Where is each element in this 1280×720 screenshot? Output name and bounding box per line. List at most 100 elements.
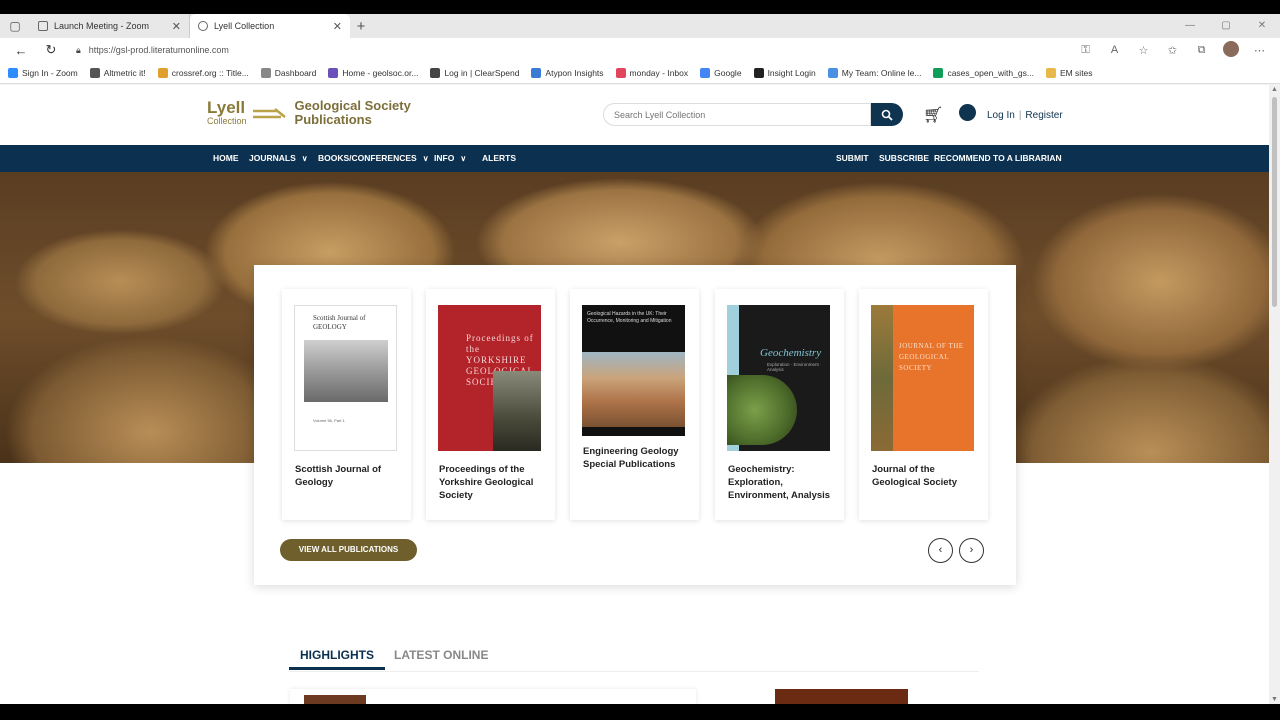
nav-home[interactable]: HOME [213,145,239,172]
globe-icon [198,21,208,31]
url-field[interactable]: 🔒︎ https://gsl-prod.literatumonline.com [76,40,1071,60]
nav-alerts[interactable]: ALERTS [482,145,516,172]
bookmark-label: monday - Inbox [629,67,689,78]
bookmark-icon [933,67,944,78]
bookmark-item[interactable]: Atypon Insights [531,67,604,78]
publication-title[interactable]: Geochemistry: Exploration, Environment, … [728,463,834,502]
publication-title[interactable]: Engineering Geology Special Publications [583,445,689,471]
refresh-icon[interactable]: ↻ [36,42,66,58]
memoir-cover[interactable] [775,689,908,704]
nav-recommend[interactable]: RECOMMEND TO A LIBRARIAN [934,145,1062,172]
site-header: Lyell Collection Geological Society Publ… [0,85,1269,145]
content-tabs: HIGHLIGHTS LATEST ONLINE [289,642,979,672]
register-link[interactable]: Register [1025,110,1062,121]
tab-title: Lyell Collection [214,21,275,31]
lyell-logo[interactable]: Lyell Collection Geological Society Publ… [207,99,411,127]
bookmark-icon [531,67,542,78]
read-aloud-icon[interactable]: A [1100,44,1129,56]
bookmark-icon [753,67,764,78]
cover-title: JOURNAL OF THE GEOLOGICAL SOCIETY [899,342,964,372]
publication-card-engineering-geology[interactable]: Geological Hazards in the UK: Their Occu… [570,289,699,520]
bookmark-item[interactable]: Dashboard [260,67,317,78]
minimize-icon[interactable]: — [1172,14,1208,38]
login-links: Log In | Register [987,110,1063,121]
page-scrollbar[interactable]: ▲ ▼ [1269,85,1280,704]
more-icon[interactable]: ⋯ [1245,44,1274,57]
collections-icon[interactable]: ⧉ [1187,44,1216,57]
carousel-next-button[interactable]: › [959,538,984,563]
cart-icon[interactable]: 🛒︎ [923,105,943,125]
cover-photo [727,375,797,445]
tab-zoom[interactable]: Launch Meeting - Zoom ✕ [30,14,190,38]
view-all-publications-button[interactable]: VIEW ALL PUBLICATIONS [280,539,417,561]
publication-card-scottish-journal[interactable]: Scottish Journal of GEOLOGY Volume 56, P… [282,289,411,520]
logo-lyell-text: Lyell [207,98,246,117]
publication-card-yorkshire[interactable]: Proceedings of the YORKSHIRE GEOLOGICAL … [426,289,555,520]
nav-books-conferences[interactable]: BOOKS/CONFERENCES ∨ [318,145,429,172]
close-icon[interactable]: ✕ [172,20,181,33]
bookmark-label: Dashboard [274,67,317,78]
nav-submit[interactable]: SUBMIT [836,145,869,172]
search-button[interactable] [871,103,903,126]
nav-journals[interactable]: JOURNALS ∨ [249,145,308,172]
publication-card-journal-geological-society[interactable]: JOURNAL OF THE GEOLOGICAL SOCIETY Journa… [859,289,988,520]
add-favorite-icon[interactable]: ☆ [1129,44,1158,57]
profile-avatar[interactable] [1216,40,1245,60]
logo-gs-line1: Geological Society [294,98,411,113]
address-bar-icons: ⚿ A ☆ ✩ ⧉ ⋯ [1071,40,1274,60]
favorites-icon[interactable]: ✩ [1158,44,1187,57]
bookmark-item[interactable]: Altmetric it! [89,67,146,78]
key-icon[interactable]: ⚿ [1071,44,1100,57]
bookmark-item[interactable]: monday - Inbox [615,67,689,78]
tab-actions-icon[interactable]: ▢ [0,14,30,38]
bookmark-label: EM sites [1059,67,1093,78]
browser-window: ▢ Launch Meeting - Zoom ✕ Lyell Collecti… [0,14,1280,704]
scroll-up-icon[interactable]: ▲ [1269,86,1280,93]
scrollbar-thumb[interactable] [1272,97,1277,307]
bookmark-item[interactable]: Insight Login [753,67,816,78]
publication-title[interactable]: Scottish Journal of Geology [295,463,401,489]
close-icon[interactable]: ✕ [333,20,342,33]
maximize-icon[interactable]: ▢ [1208,14,1244,38]
cover-subtitle: Exploration · Environment · Analysis [767,362,822,372]
bookmark-item[interactable]: Sign In - Zoom [8,67,78,78]
nav-subscribe[interactable]: SUBSCRIBE [879,145,929,172]
search-input[interactable] [603,103,871,126]
cover-image: Proceedings of the YORKSHIRE GEOLOGICAL … [438,305,541,451]
login-link[interactable]: Log In [987,110,1015,121]
bookmark-item[interactable]: cases_open_with_gs... [933,67,1034,78]
publication-title[interactable]: Journal of the Geological Society [872,463,978,489]
bookmark-item[interactable]: My Team: Online le... [827,67,922,78]
bookmark-icon [827,67,838,78]
tab-highlights[interactable]: HIGHLIGHTS [300,648,374,662]
page-icon [38,21,48,31]
bookmark-item[interactable]: Home - geolsoc.or... [328,67,418,78]
active-tab-indicator [289,667,385,670]
chevron-down-icon: ∨ [460,154,467,163]
bookmark-item[interactable]: crossref.org :: Title... [157,67,249,78]
tab-latest-online[interactable]: LATEST ONLINE [394,648,488,662]
bookmark-item[interactable]: Log in | ClearSpend [430,67,519,78]
window-close-icon[interactable]: ✕ [1244,14,1280,38]
cover-title: Geological Hazards in the UK: Their Occu… [587,311,672,324]
new-tab-button[interactable]: + [350,14,372,38]
back-icon[interactable]: ← [6,43,36,58]
tab-lyell-collection[interactable]: Lyell Collection ✕ [190,14,350,38]
logo-lyell-block: Lyell Collection [207,98,247,126]
tab-title: Launch Meeting - Zoom [54,21,150,31]
user-icon[interactable] [959,104,976,121]
bookmark-item[interactable]: EM sites [1045,67,1093,78]
bookmark-label: Atypon Insights [545,67,604,78]
bookmark-label: Insight Login [767,67,816,78]
bookmark-item[interactable]: Google [700,67,742,78]
login-separator: | [1018,110,1022,121]
nav-info[interactable]: INFO ∨ [434,145,466,172]
publication-card-geochemistry[interactable]: Geochemistry Exploration · Environment ·… [715,289,844,520]
bookmark-label: My Team: Online le... [841,67,922,78]
logo-collection-text: Collection [207,116,247,126]
carousel-prev-button[interactable]: ‹ [928,538,953,563]
publication-title[interactable]: Proceedings of the Yorkshire Geological … [439,463,545,502]
scroll-down-icon[interactable]: ▼ [1269,696,1280,703]
cover-image: JOURNAL OF THE GEOLOGICAL SOCIETY [871,305,974,451]
cover-title: Geochemistry [760,347,822,359]
